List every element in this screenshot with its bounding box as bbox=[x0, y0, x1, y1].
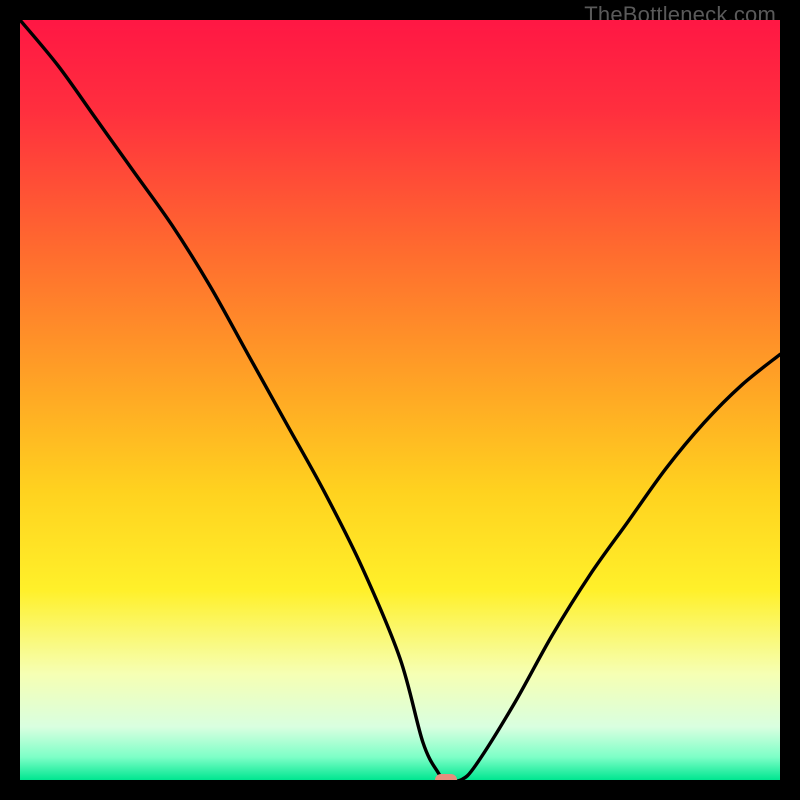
bottleneck-curve bbox=[20, 20, 780, 780]
chart-frame: TheBottleneck.com bbox=[0, 0, 800, 800]
plot-area bbox=[20, 20, 780, 780]
optimal-point-marker bbox=[435, 774, 457, 780]
curve-path bbox=[20, 20, 780, 780]
